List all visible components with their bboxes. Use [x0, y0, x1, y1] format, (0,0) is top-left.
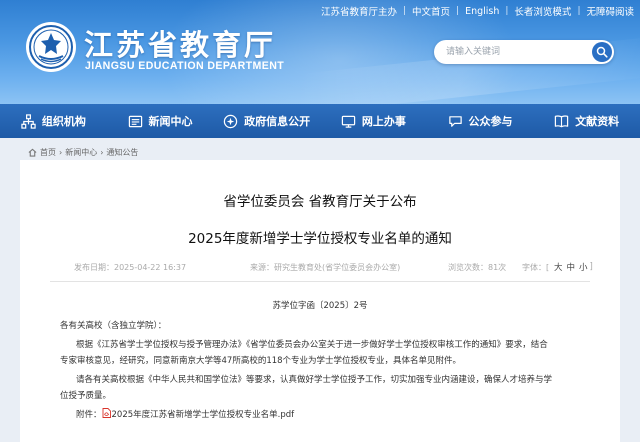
education-emblem-icon[interactable] [26, 22, 76, 72]
attachment-row: 附件： 2025年度江苏省新增学士学位授权专业名单.pdf [76, 407, 294, 423]
attachment-link[interactable]: 2025年度江苏省新增学士学位授权专业名单.pdf [112, 410, 295, 420]
home-icon [28, 148, 37, 157]
font-size-control: 大 中 小 ] [552, 260, 593, 274]
nav-item-online-service[interactable]: 网上办事 [320, 104, 427, 138]
font-size-label: 字体：[ [522, 263, 550, 272]
search-input[interactable] [446, 44, 576, 60]
top-link-accessibility[interactable]: 无障碍阅读 [580, 4, 640, 18]
nav-label: 网上办事 [361, 115, 406, 128]
documents-icon [554, 114, 569, 127]
attachment-label: 附件： [76, 410, 102, 420]
nav-label: 政府信息公开 [244, 115, 311, 128]
nav-item-info-disclosure[interactable]: 政府信息公开 [213, 104, 320, 138]
site-name-chinese[interactable]: 江苏省教育厅 [84, 22, 276, 64]
nav-label: 公众参与 [468, 115, 513, 128]
breadcrumb-home[interactable]: 首页 [40, 147, 56, 158]
search-icon [596, 46, 608, 58]
breadcrumb-separator: › [100, 147, 104, 157]
font-size-bracket: ] [589, 262, 593, 272]
search-button[interactable] [592, 42, 612, 62]
news-icon [128, 115, 142, 127]
paragraph-2-line-1: 请各有关高校根据《中华人民共和国学位法》等要求，认真做好学士学位授予工作，切实加… [76, 375, 553, 385]
site-name-english: JIANGSU EDUCATION DEPARTMENT [85, 60, 285, 72]
font-size-small[interactable]: 小 [577, 261, 590, 273]
article-source: 来源：研究生教育处(省学位委员会办公室) [250, 263, 401, 272]
article-panel: 省学位委员会 省教育厅关于公布 2025年度新增学士学位授权专业名单的通知 发布… [20, 160, 620, 442]
top-links-bar: 江苏省教育厅主办 | 中文首页 | English | 长者浏览模式 | 无障碍… [315, 4, 640, 19]
document-number: 苏学位字函〔2025〕2号 [272, 301, 368, 311]
divider [50, 281, 590, 282]
search-box [434, 40, 614, 64]
nav-label: 新闻中心 [148, 115, 193, 128]
publish-date: 发布日期：2025-04-22 16:37 [74, 263, 187, 272]
online-service-icon [341, 115, 356, 128]
view-count: 浏览次数：81次 [448, 263, 507, 272]
top-link-chinese-home[interactable]: 中文首页 [406, 4, 456, 18]
article-title-line2: 2025年度新增学士学位授权专业名单的通知 [188, 231, 452, 247]
nav-item-news[interactable]: 新闻中心 [107, 104, 214, 138]
main-nav: 组织机构 新闻中心 政府信息公开 网上办事 公众参与 文献资料 [0, 104, 640, 138]
nav-label: 组织机构 [41, 115, 86, 128]
top-link-host: 江苏省教育厅主办 [320, 7, 397, 18]
top-link-elderly-mode[interactable]: 长者浏览模式 [508, 4, 577, 18]
breadcrumb-notices[interactable]: 通知公告 [106, 147, 138, 158]
article-title-line1: 省学位委员会 省教育厅关于公布 [223, 194, 417, 210]
info-disclosure-icon [223, 114, 238, 128]
org-chart-icon [21, 113, 36, 129]
nav-item-public-participation[interactable]: 公众参与 [427, 104, 534, 138]
paragraph-1-line-2: 专家审核意见，经研究，同意新南京大学等47所高校的118个专业为学士学位授权专业… [60, 356, 462, 366]
nav-item-documents[interactable]: 文献资料 [533, 104, 640, 138]
breadcrumb: 首页 › 新闻中心 › 通知公告 [28, 146, 138, 158]
nav-label: 文献资料 [575, 115, 620, 128]
article-meta: 发布日期：2025-04-22 16:37 来源：研究生教育处(省学位委员会办公… [74, 262, 574, 274]
pdf-icon [102, 408, 111, 418]
paragraph-1-line-1: 根据《江苏省学士学位授权与授予管理办法》《省学位委员会办公室关于进一步做好学士学… [76, 340, 548, 350]
font-size-large[interactable]: 大 [552, 261, 565, 273]
salutation: 各有关高校（含独立学院）： [60, 321, 167, 331]
paragraph-2-line-2: 位授予质量。 [60, 391, 112, 401]
site-header: 江苏省教育厅主办 | 中文首页 | English | 长者浏览模式 | 无障碍… [0, 0, 640, 104]
public-participation-icon [448, 115, 462, 127]
font-size-medium[interactable]: 中 [565, 261, 578, 273]
nav-item-organization[interactable]: 组织机构 [0, 104, 107, 138]
breadcrumb-separator: › [59, 147, 63, 157]
breadcrumb-news[interactable]: 新闻中心 [65, 147, 97, 158]
top-link-english[interactable]: English [459, 6, 505, 17]
